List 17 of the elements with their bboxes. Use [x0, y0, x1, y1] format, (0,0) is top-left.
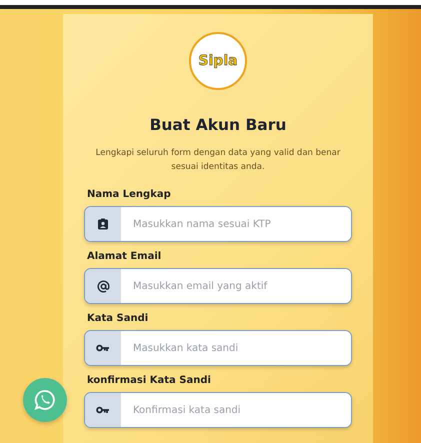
whatsapp-button[interactable]: [23, 378, 67, 422]
at-sign-icon: [96, 280, 110, 292]
field-label: Alamat Email: [87, 251, 162, 262]
field-label: Nama Lengkap: [87, 189, 171, 200]
input-field[interactable]: Masukkan email yang aktif: [84, 268, 352, 304]
logo-text: Sipla: [198, 53, 238, 69]
input-field[interactable]: Konfirmasi kata sandi: [84, 392, 352, 428]
form-title: Buat Akun Baru: [148, 116, 288, 134]
contact-card-icon: [97, 218, 109, 230]
form-subtitle: Lengkapi seluruh form dengan data yang valid dan benar sesuai identitas anda.: [94, 147, 342, 174]
field-label: Kata Sandi: [87, 313, 148, 324]
chat-phone-icon: [34, 389, 56, 411]
key-icon: [96, 344, 110, 352]
field-label: konfirmasi Kata Sandi: [87, 375, 211, 386]
input-field[interactable]: Masukkan nama sesuai KTP: [84, 206, 352, 242]
key-icon: [96, 406, 110, 414]
input-field[interactable]: Masukkan kata sandi: [84, 330, 352, 366]
